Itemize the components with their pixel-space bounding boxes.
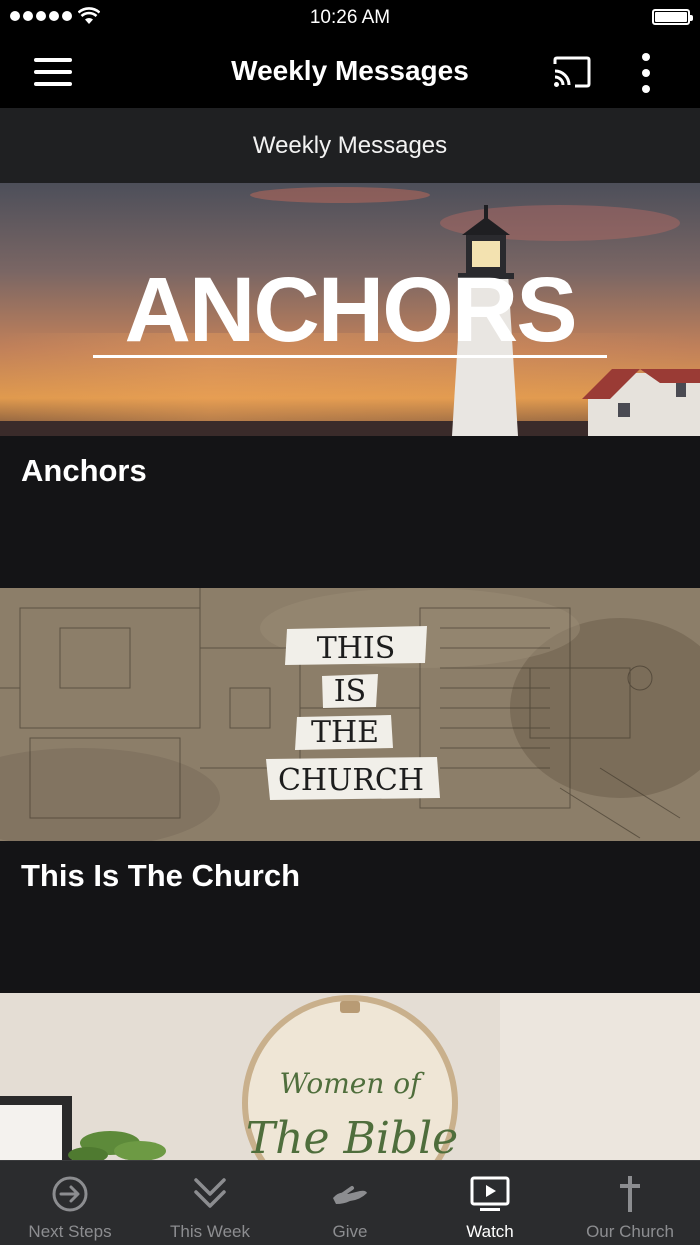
tab-our-church[interactable]: Our Church (560, 1161, 700, 1245)
banner-word: THIS (317, 631, 396, 666)
battery-icon (652, 9, 693, 25)
status-bar: 10:26 AM (0, 0, 700, 36)
tab-next-steps[interactable]: Next Steps (0, 1161, 140, 1245)
double-chevron-down-icon (194, 1178, 226, 1208)
tab-label: This Week (170, 1222, 250, 1241)
series-banner-women-of-the-bible: Women of The Bible (0, 993, 700, 1160)
tab-label: Watch (466, 1222, 514, 1241)
page-title: Weekly Messages (231, 55, 469, 86)
message-title: This Is The Church (21, 858, 301, 893)
message-title: Anchors (21, 453, 147, 488)
cross-icon (620, 1176, 640, 1212)
section-header: Weekly Messages (0, 108, 700, 183)
series-banner-this-is-the-church: THIS IS THE CHURCH (0, 588, 700, 841)
app-bar: Weekly Messages (0, 36, 700, 108)
banner-word: THE (311, 715, 379, 750)
bottom-tab-bar: Next Steps This Week Give Watch Our Chur… (0, 1160, 700, 1245)
message-card[interactable]: THIS IS THE CHURCH This Is The Church (0, 588, 700, 993)
tab-watch[interactable]: Watch (420, 1161, 560, 1245)
tab-label: Next Steps (28, 1222, 112, 1241)
tv-play-icon (470, 1176, 510, 1211)
svg-text:ANCHORS: ANCHORS (124, 259, 575, 361)
give-hand-icon (333, 1186, 367, 1204)
banner-word: CHURCH (278, 763, 424, 798)
banner-word: IS (334, 674, 366, 709)
message-card[interactable]: ANCHORS Anchors (0, 183, 700, 588)
more-options-icon[interactable] (636, 53, 656, 93)
tab-this-week[interactable]: This Week (140, 1161, 280, 1245)
tab-label: Give (332, 1222, 368, 1241)
banner-line: The Bible (246, 1113, 458, 1160)
tab-give[interactable]: Give (280, 1161, 420, 1245)
arrow-circle-icon (52, 1176, 88, 1212)
series-banner-anchors: ANCHORS (0, 183, 700, 436)
cast-icon[interactable] (551, 55, 593, 89)
message-card[interactable]: Women of The Bible (0, 993, 700, 1160)
status-time: 10:26 AM (309, 7, 391, 28)
banner-line: Women of (279, 1067, 425, 1100)
tab-label: Our Church (586, 1222, 674, 1241)
